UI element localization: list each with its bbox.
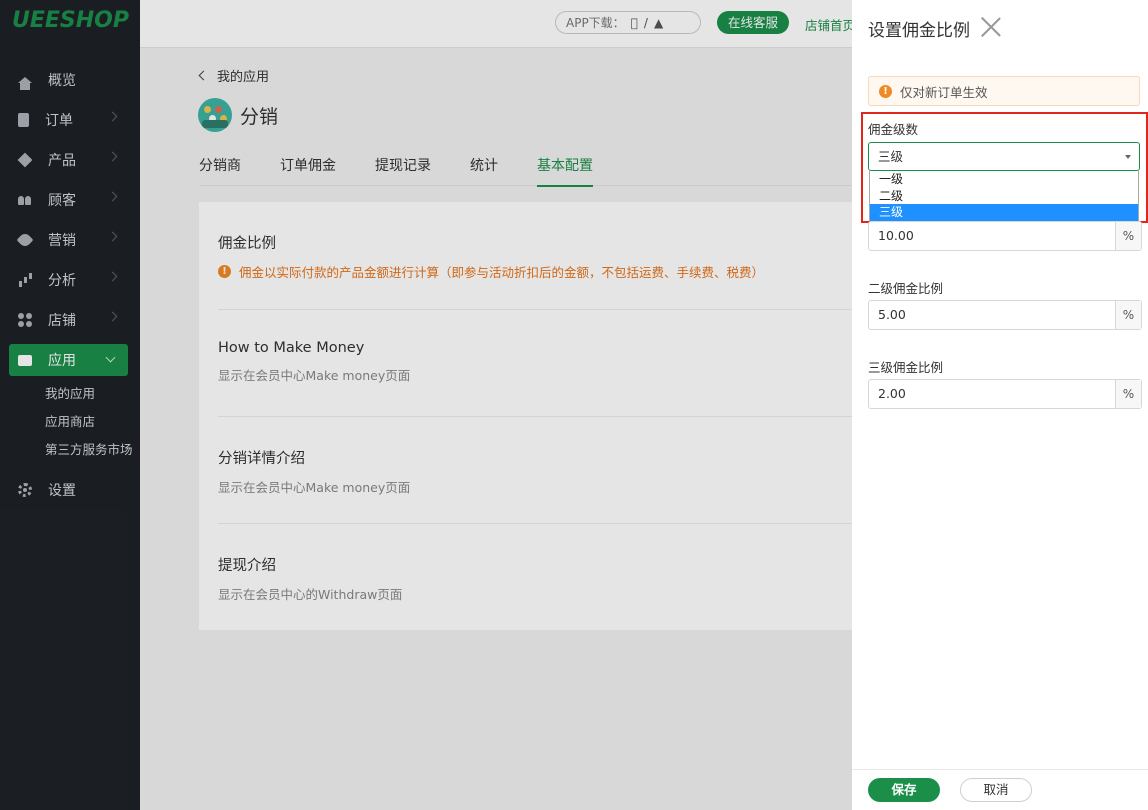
level3-ratio-label: 三级佣金比例 — [868, 360, 944, 375]
level1-ratio-value: 10.00 — [878, 228, 914, 243]
cancel-button[interactable]: 取消 — [960, 778, 1032, 802]
notice-text: 仅对新订单生效 — [900, 84, 988, 100]
level2-ratio-input[interactable]: 5.00 % — [868, 300, 1142, 330]
level2-ratio-value: 5.00 — [878, 307, 906, 322]
modal-overlay[interactable] — [0, 0, 852, 810]
save-button[interactable]: 保存 — [868, 778, 940, 802]
drawer-title: 设置佣金比例 — [868, 21, 970, 41]
percent-addon: % — [1115, 222, 1141, 250]
percent-addon: % — [1115, 380, 1141, 408]
drawer-footer: 保存 取消 — [852, 769, 1148, 810]
level1-ratio-input[interactable]: 10.00 % — [868, 221, 1142, 251]
level3-ratio-input[interactable]: 2.00 % — [868, 379, 1142, 409]
warning-icon: ! — [879, 84, 892, 98]
level3-ratio-value: 2.00 — [878, 386, 906, 401]
level2-ratio-label: 二级佣金比例 — [868, 281, 944, 296]
close-icon[interactable] — [980, 16, 1002, 38]
notice-banner: ! 仅对新订单生效 — [868, 76, 1140, 106]
highlight-box — [861, 112, 1148, 223]
percent-addon: % — [1115, 301, 1141, 329]
commission-drawer: 设置佣金比例 ! 仅对新订单生效 佣金级数 三级 一级 二级 三级 10.00 … — [852, 0, 1148, 810]
